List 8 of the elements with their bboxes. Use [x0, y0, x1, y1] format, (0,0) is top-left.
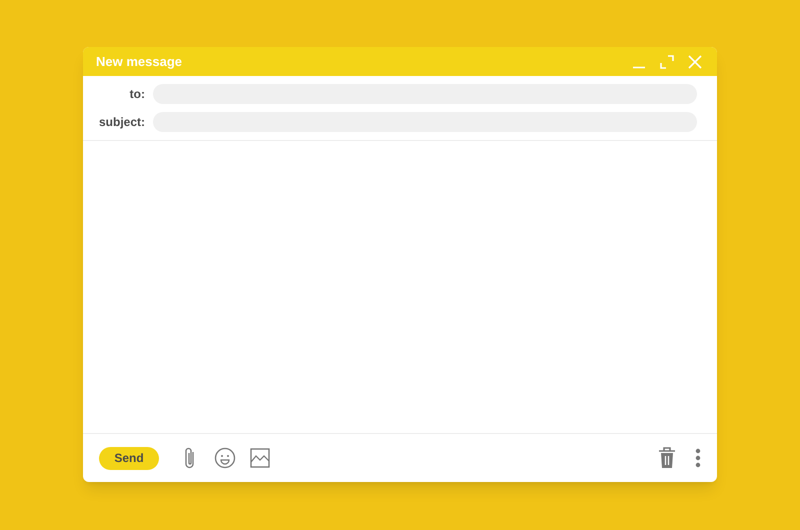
- trash-icon[interactable]: [658, 447, 676, 469]
- smiley-icon[interactable]: [214, 447, 236, 469]
- field-label: to:: [128, 86, 146, 103]
- image-icon[interactable]: [250, 448, 270, 468]
- window-title: New message: [96, 52, 182, 71]
- send-button[interactable]: Send: [99, 446, 159, 470]
- field-label: subject:: [98, 114, 146, 131]
- more-options-icon[interactable]: [695, 448, 701, 468]
